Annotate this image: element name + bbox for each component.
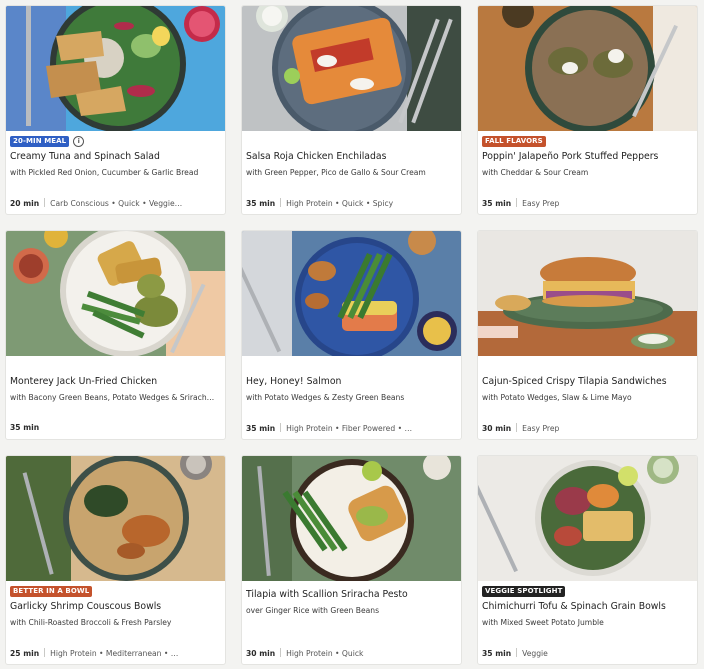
recipe-badge: VEGGIE SPOTLIGHT — [482, 585, 566, 597]
recipe-image[interactable] — [6, 456, 225, 581]
recipe-card[interactable]: Salsa Roja Chicken Enchiladas with Green… — [241, 5, 462, 215]
recipe-tags: High Protein • Quick • Spicy — [286, 199, 394, 208]
recipe-meta: 35 min High Protein • Fiber Powered • … — [246, 423, 459, 433]
recipe-card[interactable]: 20-MIN MEAL i Creamy Tuna and Spinach Sa… — [5, 5, 226, 215]
recipe-meta: 20 min Carb Conscious • Quick • Veggie… — [10, 198, 223, 208]
recipe-title[interactable]: Monterey Jack Un-Fried Chicken — [10, 376, 223, 387]
recipe-subtitle: with Potato Wedges & Zesty Green Beans — [246, 393, 405, 402]
divider — [516, 198, 518, 207]
cook-time: 35 min — [482, 199, 512, 208]
recipe-title[interactable]: Chimichurri Tofu & Spinach Grain Bowls — [482, 601, 695, 612]
recipe-subtitle: with Cheddar & Sour Cream — [482, 168, 589, 177]
recipe-card[interactable]: VEGGIE SPOTLIGHT Chimichurri Tofu & Spin… — [477, 455, 698, 665]
recipe-subtitle: with Bacony Green Beans, Potato Wedges &… — [10, 393, 215, 402]
recipe-subtitle: over Ginger Rice with Green Beans — [246, 606, 380, 615]
recipe-title[interactable]: Hey, Honey! Salmon — [246, 376, 459, 387]
recipe-meta: 25 min High Protein • Mediterranean • … — [10, 648, 223, 658]
recipe-badge: BETTER IN A BOWL — [10, 585, 93, 597]
recipe-badge: FALL FLAVORS — [482, 135, 546, 147]
recipe-subtitle: with Chili-Roasted Broccoli & Fresh Pars… — [10, 618, 172, 627]
recipe-image[interactable] — [6, 6, 225, 131]
recipe-badge: 20-MIN MEAL — [10, 135, 70, 147]
divider — [44, 198, 46, 207]
recipe-card[interactable]: Cajun-Spiced Crispy Tilapia Sandwiches w… — [477, 230, 698, 440]
recipe-meta: 35 min — [10, 423, 223, 432]
cook-time: 35 min — [10, 423, 40, 432]
cook-time: 35 min — [246, 199, 276, 208]
recipe-title[interactable]: Tilapia with Scallion Sriracha Pesto — [246, 589, 459, 600]
recipe-image[interactable] — [242, 456, 461, 581]
recipe-card[interactable]: Tilapia with Scallion Sriracha Pesto ove… — [241, 455, 462, 665]
recipe-image[interactable] — [6, 231, 225, 356]
recipe-subtitle: with Potato Wedges, Slaw & Lime Mayo — [482, 393, 632, 402]
info-icon[interactable]: i — [73, 135, 85, 147]
recipe-image[interactable] — [242, 231, 461, 356]
recipe-grid: 20-MIN MEAL i Creamy Tuna and Spinach Sa… — [0, 0, 704, 669]
recipe-tags: High Protein • Fiber Powered • … — [286, 424, 413, 433]
recipe-title[interactable]: Cajun-Spiced Crispy Tilapia Sandwiches — [482, 376, 695, 387]
recipe-title[interactable]: Creamy Tuna and Spinach Salad — [10, 151, 223, 162]
recipe-title[interactable]: Garlicky Shrimp Couscous Bowls — [10, 601, 223, 612]
recipe-meta: 35 min Veggie — [482, 648, 695, 658]
recipe-card[interactable]: Hey, Honey! Salmon with Potato Wedges & … — [241, 230, 462, 440]
recipe-meta: 30 min Easy Prep — [482, 423, 695, 433]
recipe-meta: 30 min High Protein • Quick — [246, 648, 459, 658]
recipe-subtitle: with Pickled Red Onion, Cucumber & Garli… — [10, 168, 199, 177]
recipe-card[interactable]: BETTER IN A BOWL Garlicky Shrimp Couscou… — [5, 455, 226, 665]
recipe-meta: 35 min Easy Prep — [482, 198, 695, 208]
cook-time: 30 min — [246, 649, 276, 658]
cook-time: 30 min — [482, 424, 512, 433]
cook-time: 20 min — [10, 199, 40, 208]
divider — [280, 648, 282, 657]
divider — [280, 423, 282, 432]
divider — [280, 198, 282, 207]
recipe-tags: Easy Prep — [522, 424, 560, 433]
cook-time: 25 min — [10, 649, 40, 658]
cook-time: 35 min — [482, 649, 512, 658]
recipe-image[interactable] — [478, 456, 697, 581]
recipe-tags: High Protein • Mediterranean • … — [50, 649, 179, 658]
recipe-card[interactable]: FALL FLAVORS Poppin' Jalapeño Pork Stuff… — [477, 5, 698, 215]
divider — [44, 648, 46, 657]
recipe-tags: Easy Prep — [522, 199, 560, 208]
recipe-subtitle: with Green Pepper, Pico de Gallo & Sour … — [246, 168, 426, 177]
recipe-card[interactable]: Monterey Jack Un-Fried Chicken with Baco… — [5, 230, 226, 440]
recipe-tags: Veggie — [522, 649, 548, 658]
recipe-title[interactable]: Poppin' Jalapeño Pork Stuffed Peppers — [482, 151, 695, 162]
cook-time: 35 min — [246, 424, 276, 433]
recipe-tags: Carb Conscious • Quick • Veggie… — [50, 199, 183, 208]
recipe-title[interactable]: Salsa Roja Chicken Enchiladas — [246, 151, 459, 162]
recipe-image[interactable] — [478, 6, 697, 131]
recipe-image[interactable] — [478, 231, 697, 356]
recipe-tags: High Protein • Quick — [286, 649, 364, 658]
recipe-meta: 35 min High Protein • Quick • Spicy — [246, 198, 459, 208]
recipe-image[interactable] — [242, 6, 461, 131]
recipe-subtitle: with Mixed Sweet Potato Jumble — [482, 618, 604, 627]
divider — [516, 648, 518, 657]
divider — [516, 423, 518, 432]
